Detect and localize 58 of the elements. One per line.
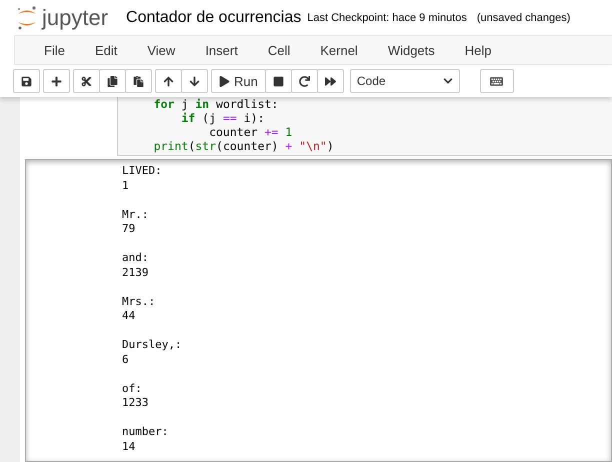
menu-item[interactable]: Cell bbox=[252, 42, 306, 58]
copy-icon bbox=[107, 76, 118, 86]
play-icon bbox=[219, 76, 230, 86]
output-word: of: bbox=[122, 382, 142, 394]
checkpoint-text: Last Checkpoint: hace 9 minutos bbox=[307, 12, 467, 24]
menu-item[interactable]: View bbox=[132, 42, 190, 58]
menu-item[interactable]: Insert bbox=[190, 42, 253, 58]
toolbar-button[interactable] bbox=[290, 69, 318, 93]
keyboard-button[interactable] bbox=[480, 69, 514, 93]
toolbar-button[interactable] bbox=[316, 69, 344, 93]
output-word: Mrs.: bbox=[122, 294, 156, 308]
run-button[interactable]: Run bbox=[211, 69, 266, 93]
output-count: 1 bbox=[122, 178, 129, 192]
toolbar-button[interactable] bbox=[181, 69, 208, 93]
toolbar-button[interactable] bbox=[125, 69, 152, 93]
toolbar-button[interactable] bbox=[264, 69, 292, 93]
toolbar-button[interactable] bbox=[43, 69, 70, 93]
stop-icon bbox=[272, 76, 284, 86]
menu-item[interactable]: Help bbox=[450, 42, 507, 58]
jupyter-logo-icon bbox=[16, 4, 38, 30]
menu-item[interactable]: Widgets bbox=[372, 42, 450, 58]
code-line: print(str(counter) + "\n") bbox=[152, 139, 335, 153]
output-word: Mr.: bbox=[122, 208, 148, 220]
toolbar-button[interactable] bbox=[155, 69, 182, 93]
code-line: for j in wordlist: bbox=[152, 97, 280, 111]
notebook-title[interactable]: Contador de ocurrencias bbox=[126, 8, 302, 26]
output-word: LIVED: bbox=[122, 164, 162, 177]
code-line: if (j == i): bbox=[180, 111, 266, 125]
menu-item[interactable]: Kernel bbox=[305, 42, 373, 58]
output-count: 6 bbox=[122, 352, 129, 366]
cell-type-dropdown[interactable]: Code bbox=[350, 69, 460, 93]
output-count: 44 bbox=[122, 309, 136, 322]
paste-icon bbox=[133, 76, 144, 86]
plus-icon bbox=[51, 76, 62, 86]
scissors-icon bbox=[81, 76, 92, 86]
toolbar-button[interactable] bbox=[99, 69, 126, 93]
down-arrow-icon bbox=[189, 76, 200, 86]
toolbar-button[interactable] bbox=[13, 69, 40, 93]
code-cell[interactable]: for j in wordlist: if (j == i): counter += 1 print(str(counter) + "\n") bbox=[117, 97, 612, 156]
code-line: counter += 1 bbox=[208, 125, 294, 139]
output-word: number: bbox=[122, 425, 168, 438]
output-count: 14 bbox=[122, 440, 136, 452]
logo-text: jupyter bbox=[42, 4, 108, 30]
fast-forward-icon bbox=[324, 76, 336, 86]
menu-item[interactable]: File bbox=[29, 42, 80, 58]
output-word: Dursley,: bbox=[122, 338, 182, 351]
up-arrow-icon bbox=[163, 76, 174, 86]
chevron-down-icon bbox=[442, 76, 453, 86]
output-count: 1233 bbox=[122, 396, 148, 409]
save-icon bbox=[21, 76, 32, 86]
output-count: 2139 bbox=[122, 266, 148, 278]
output-word: and: bbox=[122, 251, 148, 264]
keyboard-icon bbox=[490, 74, 504, 88]
output-count: 79 bbox=[122, 222, 136, 235]
menu-item[interactable]: Edit bbox=[80, 42, 132, 58]
restart-icon bbox=[298, 76, 310, 86]
save-status: (unsaved changes) bbox=[476, 12, 570, 24]
toolbar-button[interactable] bbox=[73, 69, 100, 93]
